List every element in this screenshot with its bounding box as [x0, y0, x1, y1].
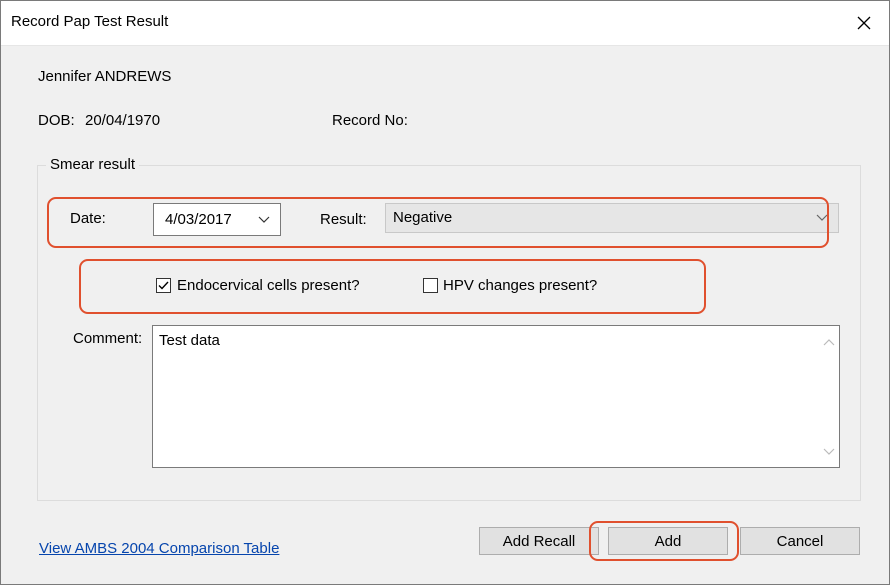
- date-picker[interactable]: 4/03/2017: [153, 203, 281, 236]
- scroll-down-icon: [823, 448, 835, 455]
- cancel-button[interactable]: Cancel: [740, 527, 860, 555]
- endocervical-checkbox[interactable]: [156, 278, 171, 293]
- hpv-checkbox[interactable]: [423, 278, 438, 293]
- scroll-up-icon: [823, 339, 835, 346]
- comment-scrollbar[interactable]: [819, 326, 839, 467]
- close-button[interactable]: [849, 8, 879, 38]
- dialog-window: Record Pap Test Result Jennifer ANDREWS …: [0, 0, 890, 585]
- date-label: Date:: [70, 210, 106, 227]
- comment-value: Test data: [159, 332, 220, 349]
- checkmark-icon: [158, 281, 169, 290]
- comparison-table-link[interactable]: View AMBS 2004 Comparison Table: [39, 540, 279, 557]
- date-value: 4/03/2017: [165, 211, 232, 228]
- result-dropdown[interactable]: Negative: [385, 203, 839, 233]
- chevron-down-icon: [258, 216, 270, 223]
- comment-label: Comment:: [73, 330, 143, 347]
- dob-value: 20/04/1970: [85, 112, 161, 129]
- result-label: Result:: [320, 211, 367, 228]
- smear-result-legend: Smear result: [46, 156, 140, 173]
- result-value: Negative: [393, 209, 453, 226]
- add-recall-button[interactable]: Add Recall: [479, 527, 599, 555]
- comment-textarea[interactable]: Test data: [152, 325, 840, 468]
- patient-name: Jennifer ANDREWS: [38, 68, 172, 85]
- record-no-label: Record No:: [332, 112, 408, 129]
- hpv-label[interactable]: HPV changes present?: [443, 277, 597, 294]
- chevron-down-icon: [816, 214, 828, 221]
- close-icon: [857, 16, 871, 30]
- add-button[interactable]: Add: [608, 527, 728, 555]
- title-bar: Record Pap Test Result: [1, 1, 889, 46]
- window-title: Record Pap Test Result: [11, 13, 169, 30]
- endocervical-label[interactable]: Endocervical cells present?: [177, 277, 360, 294]
- dob-label: DOB:: [38, 112, 75, 129]
